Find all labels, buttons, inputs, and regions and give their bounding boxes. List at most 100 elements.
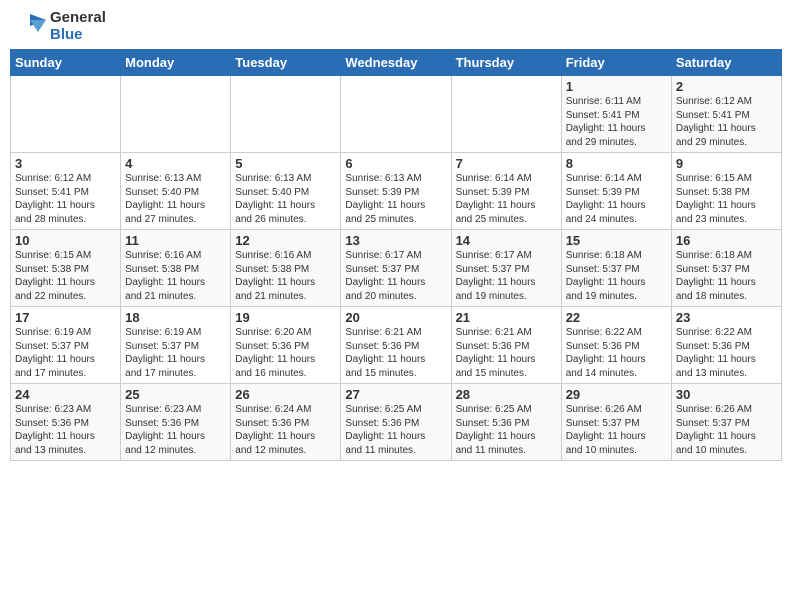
- calendar-cell: 18Sunrise: 6:19 AMSunset: 5:37 PMDayligh…: [121, 307, 231, 384]
- calendar-cell: 3Sunrise: 6:12 AMSunset: 5:41 PMDaylight…: [11, 153, 121, 230]
- day-number: 10: [15, 233, 116, 248]
- day-number: 25: [125, 387, 226, 402]
- day-info: Sunrise: 6:12 AMSunset: 5:41 PMDaylight:…: [15, 172, 116, 226]
- weekday-sunday: Sunday: [11, 50, 121, 76]
- calendar-table: SundayMondayTuesdayWednesdayThursdayFrid…: [10, 49, 782, 461]
- day-number: 30: [676, 387, 777, 402]
- calendar-cell: 2Sunrise: 6:12 AMSunset: 5:41 PMDaylight…: [671, 76, 781, 153]
- day-info: Sunrise: 6:20 AMSunset: 5:36 PMDaylight:…: [235, 326, 336, 380]
- calendar-cell: 29Sunrise: 6:26 AMSunset: 5:37 PMDayligh…: [561, 384, 671, 461]
- calendar-cell: 15Sunrise: 6:18 AMSunset: 5:37 PMDayligh…: [561, 230, 671, 307]
- day-number: 24: [15, 387, 116, 402]
- week-row-3: 10Sunrise: 6:15 AMSunset: 5:38 PMDayligh…: [11, 230, 782, 307]
- logo: General Blue: [10, 10, 106, 43]
- calendar-cell: 27Sunrise: 6:25 AMSunset: 5:36 PMDayligh…: [341, 384, 451, 461]
- day-number: 13: [345, 233, 446, 248]
- page-container: General Blue SundayMondayTuesdayWednesda…: [0, 0, 792, 471]
- calendar-cell: 30Sunrise: 6:26 AMSunset: 5:37 PMDayligh…: [671, 384, 781, 461]
- day-info: Sunrise: 6:25 AMSunset: 5:36 PMDaylight:…: [345, 403, 446, 457]
- calendar-cell: 11Sunrise: 6:16 AMSunset: 5:38 PMDayligh…: [121, 230, 231, 307]
- calendar-cell: [341, 76, 451, 153]
- weekday-header-row: SundayMondayTuesdayWednesdayThursdayFrid…: [11, 50, 782, 76]
- day-number: 27: [345, 387, 446, 402]
- day-info: Sunrise: 6:19 AMSunset: 5:37 PMDaylight:…: [15, 326, 116, 380]
- day-number: 16: [676, 233, 777, 248]
- calendar-cell: 10Sunrise: 6:15 AMSunset: 5:38 PMDayligh…: [11, 230, 121, 307]
- calendar-cell: 23Sunrise: 6:22 AMSunset: 5:36 PMDayligh…: [671, 307, 781, 384]
- day-number: 19: [235, 310, 336, 325]
- calendar-cell: [11, 76, 121, 153]
- calendar-cell: 28Sunrise: 6:25 AMSunset: 5:36 PMDayligh…: [451, 384, 561, 461]
- calendar-cell: 16Sunrise: 6:18 AMSunset: 5:37 PMDayligh…: [671, 230, 781, 307]
- day-info: Sunrise: 6:17 AMSunset: 5:37 PMDaylight:…: [456, 249, 557, 303]
- day-number: 15: [566, 233, 667, 248]
- day-number: 6: [345, 156, 446, 171]
- day-number: 1: [566, 79, 667, 94]
- day-info: Sunrise: 6:15 AMSunset: 5:38 PMDaylight:…: [15, 249, 116, 303]
- week-row-5: 24Sunrise: 6:23 AMSunset: 5:36 PMDayligh…: [11, 384, 782, 461]
- day-info: Sunrise: 6:13 AMSunset: 5:39 PMDaylight:…: [345, 172, 446, 226]
- day-number: 9: [676, 156, 777, 171]
- calendar-cell: 25Sunrise: 6:23 AMSunset: 5:36 PMDayligh…: [121, 384, 231, 461]
- day-info: Sunrise: 6:21 AMSunset: 5:36 PMDaylight:…: [345, 326, 446, 380]
- day-info: Sunrise: 6:23 AMSunset: 5:36 PMDaylight:…: [15, 403, 116, 457]
- calendar-cell: 12Sunrise: 6:16 AMSunset: 5:38 PMDayligh…: [231, 230, 341, 307]
- calendar-cell: 7Sunrise: 6:14 AMSunset: 5:39 PMDaylight…: [451, 153, 561, 230]
- day-number: 26: [235, 387, 336, 402]
- day-info: Sunrise: 6:17 AMSunset: 5:37 PMDaylight:…: [345, 249, 446, 303]
- weekday-saturday: Saturday: [671, 50, 781, 76]
- day-number: 20: [345, 310, 446, 325]
- day-number: 14: [456, 233, 557, 248]
- weekday-tuesday: Tuesday: [231, 50, 341, 76]
- day-number: 17: [15, 310, 116, 325]
- calendar-cell: 4Sunrise: 6:13 AMSunset: 5:40 PMDaylight…: [121, 153, 231, 230]
- header: General Blue: [10, 10, 782, 43]
- day-info: Sunrise: 6:21 AMSunset: 5:36 PMDaylight:…: [456, 326, 557, 380]
- day-number: 8: [566, 156, 667, 171]
- day-number: 28: [456, 387, 557, 402]
- day-number: 5: [235, 156, 336, 171]
- day-info: Sunrise: 6:22 AMSunset: 5:36 PMDaylight:…: [566, 326, 667, 380]
- calendar-cell: 26Sunrise: 6:24 AMSunset: 5:36 PMDayligh…: [231, 384, 341, 461]
- day-number: 11: [125, 233, 226, 248]
- week-row-2: 3Sunrise: 6:12 AMSunset: 5:41 PMDaylight…: [11, 153, 782, 230]
- day-info: Sunrise: 6:25 AMSunset: 5:36 PMDaylight:…: [456, 403, 557, 457]
- day-number: 29: [566, 387, 667, 402]
- day-number: 12: [235, 233, 336, 248]
- calendar-cell: 13Sunrise: 6:17 AMSunset: 5:37 PMDayligh…: [341, 230, 451, 307]
- day-info: Sunrise: 6:16 AMSunset: 5:38 PMDaylight:…: [125, 249, 226, 303]
- calendar-cell: 20Sunrise: 6:21 AMSunset: 5:36 PMDayligh…: [341, 307, 451, 384]
- day-number: 7: [456, 156, 557, 171]
- day-info: Sunrise: 6:14 AMSunset: 5:39 PMDaylight:…: [566, 172, 667, 226]
- weekday-monday: Monday: [121, 50, 231, 76]
- day-info: Sunrise: 6:16 AMSunset: 5:38 PMDaylight:…: [235, 249, 336, 303]
- calendar-cell: 9Sunrise: 6:15 AMSunset: 5:38 PMDaylight…: [671, 153, 781, 230]
- day-info: Sunrise: 6:14 AMSunset: 5:39 PMDaylight:…: [456, 172, 557, 226]
- day-info: Sunrise: 6:26 AMSunset: 5:37 PMDaylight:…: [676, 403, 777, 457]
- calendar-cell: 22Sunrise: 6:22 AMSunset: 5:36 PMDayligh…: [561, 307, 671, 384]
- calendar-cell: 17Sunrise: 6:19 AMSunset: 5:37 PMDayligh…: [11, 307, 121, 384]
- calendar-cell: 8Sunrise: 6:14 AMSunset: 5:39 PMDaylight…: [561, 153, 671, 230]
- day-number: 22: [566, 310, 667, 325]
- logo-text: General Blue: [50, 10, 106, 43]
- weekday-wednesday: Wednesday: [341, 50, 451, 76]
- day-number: 3: [15, 156, 116, 171]
- calendar-cell: [231, 76, 341, 153]
- day-info: Sunrise: 6:18 AMSunset: 5:37 PMDaylight:…: [676, 249, 777, 303]
- weekday-friday: Friday: [561, 50, 671, 76]
- week-row-4: 17Sunrise: 6:19 AMSunset: 5:37 PMDayligh…: [11, 307, 782, 384]
- day-number: 4: [125, 156, 226, 171]
- weekday-thursday: Thursday: [451, 50, 561, 76]
- day-info: Sunrise: 6:15 AMSunset: 5:38 PMDaylight:…: [676, 172, 777, 226]
- logo-bird-icon: [10, 12, 46, 42]
- day-info: Sunrise: 6:24 AMSunset: 5:36 PMDaylight:…: [235, 403, 336, 457]
- day-info: Sunrise: 6:13 AMSunset: 5:40 PMDaylight:…: [235, 172, 336, 226]
- calendar-cell: [451, 76, 561, 153]
- week-row-1: 1Sunrise: 6:11 AMSunset: 5:41 PMDaylight…: [11, 76, 782, 153]
- calendar-cell: 5Sunrise: 6:13 AMSunset: 5:40 PMDaylight…: [231, 153, 341, 230]
- day-info: Sunrise: 6:22 AMSunset: 5:36 PMDaylight:…: [676, 326, 777, 380]
- calendar-cell: [121, 76, 231, 153]
- day-info: Sunrise: 6:19 AMSunset: 5:37 PMDaylight:…: [125, 326, 226, 380]
- calendar-cell: 14Sunrise: 6:17 AMSunset: 5:37 PMDayligh…: [451, 230, 561, 307]
- day-info: Sunrise: 6:12 AMSunset: 5:41 PMDaylight:…: [676, 95, 777, 149]
